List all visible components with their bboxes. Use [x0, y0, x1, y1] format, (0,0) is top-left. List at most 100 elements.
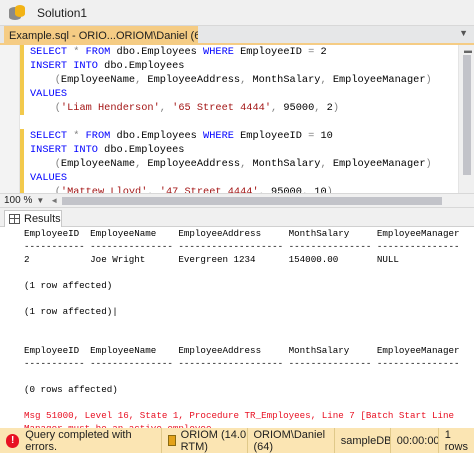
code-token: , [159, 102, 173, 114]
code-token: , [135, 158, 148, 170]
status-message: Query completed with errors. [25, 428, 132, 453]
code-token: = [308, 46, 321, 58]
code-line[interactable]: INSERT INTO dbo.Employees [30, 143, 432, 157]
code-token: dbo.Employees [104, 144, 185, 156]
code-token: ) [332, 102, 340, 114]
results-line [24, 292, 460, 305]
code-line[interactable]: INSERT INTO dbo.Employees [30, 59, 432, 73]
code-token: , [314, 102, 327, 114]
code-token: * [73, 46, 86, 58]
tab-example-sql[interactable]: Example.sql - ORIO...ORIOM\Daniel (64))*… [4, 26, 198, 45]
error-icon: ! [6, 433, 20, 448]
status-server: ORIOM (14.0 RTM) [161, 428, 246, 453]
code-token: EmployeeAddress [147, 74, 241, 86]
chevron-down-icon[interactable]: ▼ [36, 196, 44, 205]
code-line[interactable]: ('Mattew Lloyd', '47 Street 4444', 95000… [30, 185, 432, 193]
window-title: Solution1 [37, 5, 88, 20]
code-token: VALUES [30, 88, 68, 100]
code-token: 10 [314, 186, 327, 193]
code-token: 'Liam Henderson' [60, 102, 160, 114]
code-token: INSERT INTO [30, 144, 105, 156]
results-line: (0 rows affected) [24, 384, 118, 395]
code-token: * [73, 130, 86, 142]
editor-vertical-scrollbar[interactable]: ▬ [458, 45, 474, 193]
code-token: dbo.Employees [116, 46, 204, 58]
code-line[interactable]: SELECT * FROM dbo.Employees WHERE Employ… [30, 129, 432, 143]
results-line: ----------- --------------- ------------… [24, 358, 460, 369]
results-tab-bar: Results [0, 208, 474, 227]
code-token: EmployeeManager [332, 74, 426, 86]
change-marker [20, 45, 24, 115]
code-token: , [135, 74, 148, 86]
code-lines[interactable]: SELECT * FROM dbo.Employees WHERE Employ… [30, 45, 432, 193]
results-line: EmployeeID EmployeeName EmployeeAddress … [24, 345, 460, 356]
status-database: sampleDB [333, 428, 391, 453]
code-token: EmployeeName [60, 158, 136, 170]
ssms-logo-icon [7, 4, 29, 22]
tab-list-dropdown-icon[interactable]: ▼ [459, 28, 468, 38]
horizontal-scrollbar-thumb[interactable] [62, 196, 443, 205]
results-line: 2 Joe Wright Evergreen 1234 154000.00 NU… [24, 254, 399, 265]
grid-icon [9, 214, 20, 224]
results-text: EmployeeID EmployeeName EmployeeAddress … [24, 227, 460, 428]
change-marker [20, 129, 24, 193]
code-token: ( [30, 186, 61, 193]
code-token: = [308, 130, 321, 142]
code-token: WHERE [203, 46, 241, 58]
code-token: EmployeeName [60, 74, 136, 86]
server-label: ORIOM (14.0 RTM) [180, 428, 247, 453]
code-line[interactable]: (EmployeeName, EmployeeAddress, MonthSal… [30, 157, 432, 171]
code-token: SELECT [30, 130, 74, 142]
code-token: '47 Street 4444' [159, 186, 259, 193]
error-message-line: Msg 51000, Level 16, State 1, Procedure … [24, 410, 455, 421]
tab-results[interactable]: Results [4, 210, 62, 227]
code-token: EmployeeAddress [147, 158, 241, 170]
code-token: , [320, 158, 333, 170]
code-line[interactable]: VALUES [30, 87, 432, 101]
status-elapsed: 00:00:00 [389, 428, 440, 453]
code-token: FROM [85, 46, 117, 58]
code-token: FROM [85, 130, 117, 142]
status-bar: ! Query completed with errors. ORIOM (14… [0, 428, 474, 453]
results-line: ----------- --------------- ------------… [24, 241, 460, 252]
code-line[interactable]: VALUES [30, 171, 432, 185]
code-line[interactable] [30, 115, 432, 129]
code-token: INSERT INTO [30, 60, 105, 72]
zoom-level[interactable]: 100 % [4, 195, 32, 206]
code-token: EmployeeID [240, 130, 309, 142]
code-token: EmployeeID [240, 46, 309, 58]
server-icon [168, 435, 176, 446]
code-token: , [301, 186, 315, 193]
code-token: ) [425, 74, 432, 86]
code-token: ) [326, 186, 333, 193]
status-user: ORIOM\Daniel (64) [246, 428, 334, 453]
code-token: SELECT [30, 46, 74, 58]
code-token: 'Mattew Lloyd' [60, 186, 148, 193]
code-token: VALUES [30, 172, 68, 184]
results-line [24, 331, 460, 344]
code-token: , [240, 158, 253, 170]
query-editor[interactable]: SELECT * FROM dbo.Employees WHERE Employ… [0, 45, 458, 193]
code-token: , [320, 74, 333, 86]
results-line [24, 266, 460, 279]
results-line: (1 row affected)| [24, 306, 118, 317]
code-token: 95000 [271, 186, 302, 193]
code-line[interactable]: SELECT * FROM dbo.Employees WHERE Employ… [30, 45, 432, 59]
code-token: ( [30, 102, 61, 114]
code-line[interactable]: (EmployeeName, EmployeeAddress, MonthSal… [30, 73, 432, 87]
scrollbar-thumb[interactable] [463, 55, 471, 175]
results-pane[interactable]: EmployeeID EmployeeName EmployeeAddress … [0, 227, 474, 428]
code-token: MonthSalary [252, 158, 321, 170]
code-token: dbo.Employees [104, 60, 185, 72]
code-token: ( [30, 74, 61, 86]
code-token: dbo.Employees [116, 130, 204, 142]
code-token: , [240, 74, 253, 86]
code-token: , [258, 186, 272, 193]
scroll-left-icon[interactable]: ◄ [50, 196, 58, 205]
document-tab-strip: Example.sql - ORIO...ORIOM\Daniel (64))*… [0, 26, 474, 45]
code-token: 2 [320, 46, 327, 58]
splitter-icon[interactable]: ▬ [464, 46, 472, 55]
code-token: WHERE [203, 130, 241, 142]
code-line[interactable]: ('Liam Henderson', '65 Street 4444', 950… [30, 101, 432, 115]
code-token: 10 [320, 130, 333, 142]
